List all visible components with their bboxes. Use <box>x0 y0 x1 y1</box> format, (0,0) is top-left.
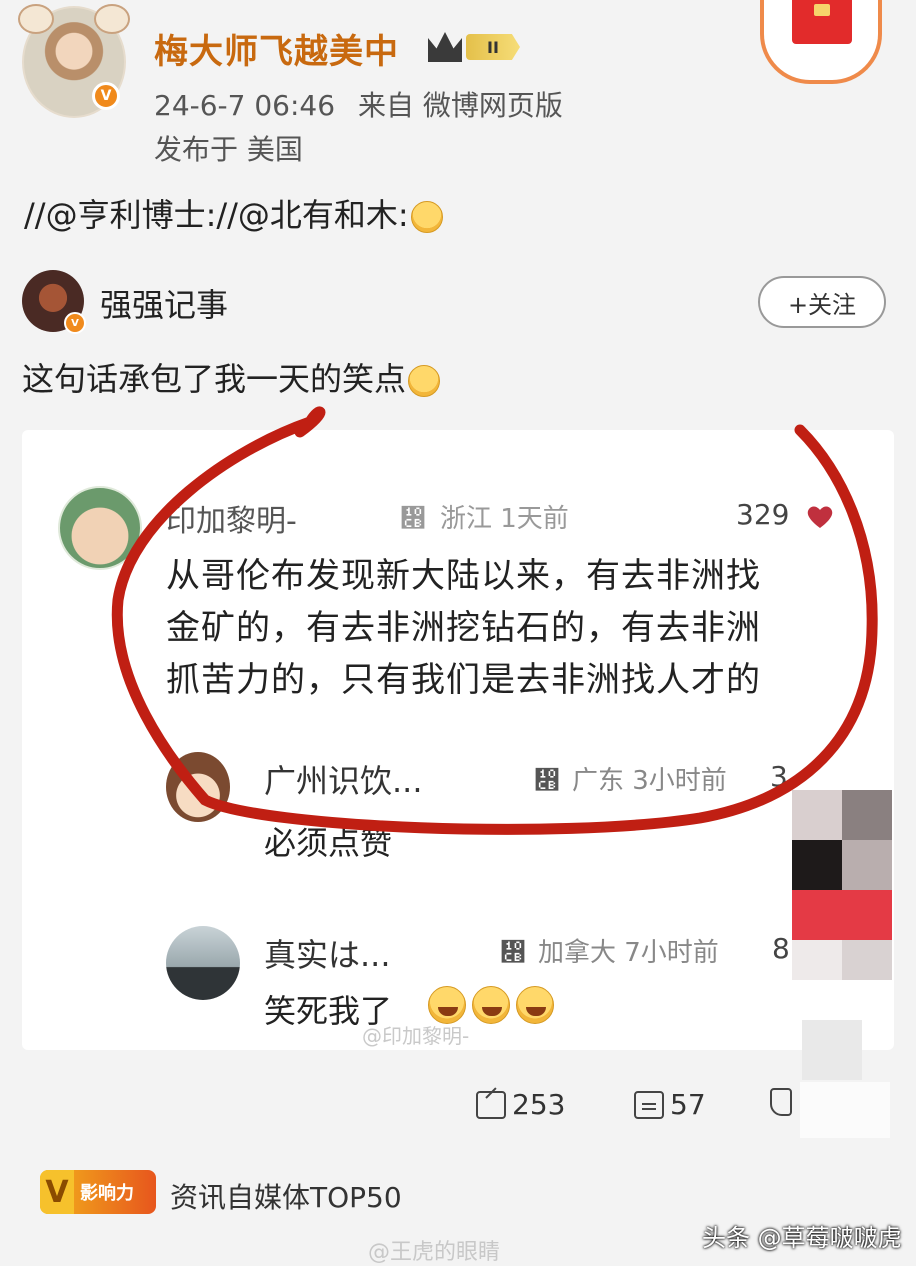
comment-like-count: 329 <box>736 498 790 531</box>
verified-badge-icon: V <box>64 312 86 334</box>
verified-badge-icon: V <box>92 82 120 110</box>
comment-location-text: 加拿大 7小时前 <box>538 938 719 968</box>
quoted-author-name[interactable]: 强强记事 <box>100 280 228 326</box>
like-icon <box>770 1088 792 1116</box>
level-label: II <box>466 34 520 60</box>
emoji-icon <box>428 986 466 1024</box>
watermark: @王虎的眼睛 <box>368 1240 501 1265</box>
comment-author-name[interactable]: 广州识饮... <box>264 756 423 802</box>
influence-badge-label: 影响力 <box>80 1183 134 1204</box>
repost-button[interactable]: 253 <box>476 1088 565 1121</box>
comment-line: 金矿的，有去非洲挖钻石的，有去非洲 <box>166 608 761 648</box>
crown-icon <box>428 32 462 62</box>
comment-line: 从哥伦布发现新大陆以来，有去非洲找 <box>166 556 761 596</box>
watermark: @印加黎明- <box>362 1024 470 1048</box>
influence-text: 资讯自媒体TOP50 <box>170 1181 402 1214</box>
quoted-text: 这句话承包了我一天的笑点 <box>22 354 441 400</box>
avatar-ornament-left <box>18 4 54 34</box>
influence-badge: V 影响力 <box>40 1170 156 1214</box>
comment-avatar[interactable] <box>58 486 142 570</box>
comment-icon <box>634 1090 664 1119</box>
censor-block <box>800 1082 890 1138</box>
comment-location: ჋ 加拿大 7小时前 <box>500 932 719 969</box>
badge-icon: ჋ <box>400 504 426 534</box>
quoted-author-avatar[interactable]: V <box>22 270 86 334</box>
author-avatar[interactable]: V <box>18 4 130 118</box>
share-icon <box>476 1090 506 1119</box>
follow-button[interactable]: +关注 <box>758 276 886 328</box>
comment-author-name[interactable]: 印加黎明- <box>166 496 297 540</box>
like-button[interactable] <box>770 1088 792 1116</box>
emoji-icon <box>516 986 554 1024</box>
post-location: 发布于 美国 <box>154 133 303 166</box>
post-source: 来自 微博网页版 <box>357 89 563 122</box>
avatar-ornament-right <box>94 4 130 34</box>
author-name[interactable]: 梅大师飞越美中 <box>154 24 399 73</box>
emoji-row <box>428 986 554 1024</box>
influence-badge-letter: V <box>40 1170 74 1214</box>
quoted-text-body: 这句话承包了我一天的笑点 <box>22 360 407 398</box>
post-meta: 24-6-7 06:46 来自 微博网页版 <box>154 84 563 124</box>
comment-avatar[interactable] <box>166 752 230 822</box>
toutiao-watermark: 头条 @草莓啵啵虎 <box>702 1224 902 1252</box>
repost-chain-text: //@亨利博士://@北有和木: <box>24 196 409 234</box>
comment-button[interactable]: 57 <box>634 1088 706 1121</box>
comment-location-text: 浙江 1天前 <box>440 504 569 534</box>
badge-icon: ჋ <box>500 938 526 968</box>
comment-text: 从哥伦布发现新大陆以来，有去非洲找 金矿的，有去非洲挖钻石的，有去非洲 抓苦力的… <box>166 550 856 706</box>
heart-icon[interactable] <box>806 504 834 530</box>
level-badge: II <box>428 30 522 64</box>
comment-count: 57 <box>670 1088 706 1121</box>
comment-location: ჋ 浙江 1天前 <box>400 498 569 535</box>
comment-author-name[interactable]: 真实は... <box>264 930 391 976</box>
comment-location: ჋ 广东 3小时前 <box>534 760 727 797</box>
red-envelope-button[interactable] <box>760 0 882 84</box>
post-timestamp: 24-6-7 06:46 <box>154 89 336 122</box>
red-envelope-icon <box>792 0 852 44</box>
badge-icon: ჋ <box>534 766 560 796</box>
censor-mosaic <box>792 790 892 1080</box>
laughing-emoji-icon <box>410 201 443 233</box>
repost-count: 253 <box>512 1088 566 1121</box>
comment-line: 抓苦力的，只有我们是去非洲找人才的 <box>166 660 761 700</box>
laughing-emoji-icon <box>408 365 441 397</box>
comment-like-count: 8 <box>772 932 790 965</box>
comment-avatar[interactable] <box>166 926 240 1000</box>
emoji-icon <box>472 986 510 1024</box>
repost-chain: //@亨利博士://@北有和木: <box>24 190 443 236</box>
comment-text: 必须点赞 <box>264 824 393 862</box>
comment-location-text: 广东 3小时前 <box>572 766 727 796</box>
comment-like-count: 3 <box>770 760 788 793</box>
